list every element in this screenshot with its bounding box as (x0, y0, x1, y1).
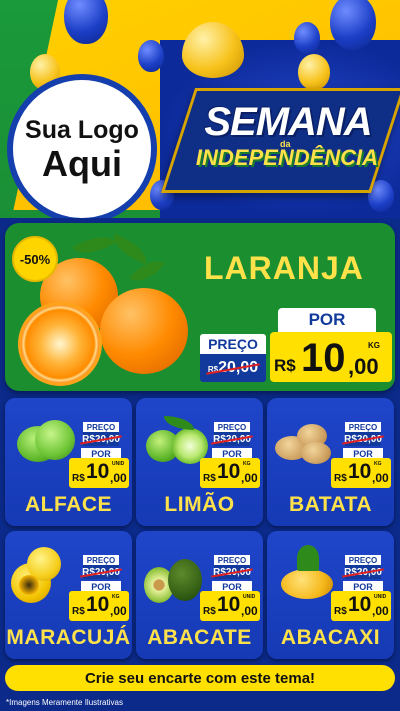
logo-placeholder[interactable]: Sua Logo Aqui (7, 74, 157, 218)
preco-label: PREÇO (345, 422, 381, 432)
balloon-icon (294, 22, 320, 54)
old-price-box: R$20,00 (211, 565, 253, 579)
discount-badge: -50% (12, 236, 58, 282)
preco-label: PREÇO (345, 555, 381, 565)
price-box: R$ 10,00 UNID (331, 591, 391, 621)
featured-preco-label: PREÇO (200, 334, 266, 354)
balloon-icon (330, 0, 376, 50)
old-price-box: R$20,00 (80, 565, 122, 579)
price-unit: KG (112, 594, 120, 600)
header-banner: Sua Logo Aqui SEMANA da INDEPENDÊNCIA (0, 0, 400, 218)
product-name: BATATA (288, 493, 373, 516)
price-currency: R$ (203, 606, 216, 617)
price-currency: R$ (72, 606, 85, 617)
featured-product-name: LARANJA (204, 250, 364, 286)
price-integer: 10 (348, 593, 372, 616)
product-image-icon (297, 545, 319, 571)
product-name: ABACAXI (280, 626, 381, 649)
create-flyer-button[interactable]: Crie seu encarte com este tema! (5, 665, 395, 691)
price-integer: 10 (86, 460, 110, 483)
old-price: R$20,00 (211, 567, 253, 578)
product-image-icon (301, 442, 331, 464)
price-currency: R$ (274, 356, 296, 375)
product-name: LIMÃO (164, 493, 235, 516)
disclaimer-text: *Imagens Meramente Ilustrativas (6, 698, 123, 707)
price-integer: 10 (301, 336, 346, 380)
old-price: R$20,00 (342, 567, 384, 578)
old-price-box: R$20,00 (342, 565, 384, 579)
orange-icon (100, 288, 188, 374)
price-decimal: ,00 (110, 471, 127, 485)
price-currency: R$ (334, 473, 347, 484)
price-integer: 10 (86, 593, 110, 616)
price-decimal: ,00 (372, 604, 389, 618)
preco-label: PREÇO (83, 555, 119, 565)
price-unit: KG (374, 461, 382, 467)
price-box: R$ 10,00 KG (69, 591, 129, 621)
price-currency: R$ (203, 473, 216, 484)
orange-slice-icon (18, 302, 102, 386)
old-price-box: R$20,00 (211, 432, 253, 446)
product-image-icon (168, 559, 202, 601)
price-unit: UNID (243, 594, 256, 600)
product-image-icon (35, 420, 75, 460)
price-integer: 10 (348, 460, 372, 483)
featured-old-price-box: R$20,00 (200, 354, 266, 382)
price-decimal: ,00 (110, 604, 127, 618)
preco-label: PREÇO (214, 422, 250, 432)
price-box: R$ 10,00 KG (331, 458, 391, 488)
price-box: R$ 10,00 KG (200, 458, 260, 488)
price-decimal: ,00 (348, 354, 379, 379)
price-unit: UNID (112, 461, 125, 467)
product-image-icon (281, 569, 333, 599)
price-decimal: ,00 (372, 471, 389, 485)
old-price: R$20,00 (342, 434, 384, 445)
price-unit: UNID (374, 594, 387, 600)
price-unit: KG (368, 341, 380, 350)
preco-label: PREÇO (83, 422, 119, 432)
price-integer: 10 (217, 460, 241, 483)
price-decimal: ,00 (241, 471, 258, 485)
featured-old-price: R$20,00 (206, 359, 260, 377)
logo-text-line1: Sua Logo (25, 115, 139, 144)
product-name: MARACUJÁ (6, 626, 131, 649)
old-price: R$20,00 (80, 434, 122, 445)
featured-por-label: POR (278, 308, 376, 332)
old-price: R$20,00 (211, 434, 253, 445)
page-subtitle: INDEPENDÊNCIA (195, 145, 379, 170)
price-box: R$ 10,00 UNID (69, 458, 129, 488)
preco-label: PREÇO (214, 555, 250, 565)
product-name: ABACATE (147, 626, 252, 649)
product-name: ALFACE (25, 493, 112, 516)
price-currency: R$ (72, 473, 85, 484)
price-decimal: ,00 (241, 604, 258, 618)
old-price-box: R$20,00 (80, 432, 122, 446)
gold-balloon-icon (298, 54, 330, 90)
featured-price-box: R$ 10 ,00 KG (270, 332, 392, 382)
balloon-icon (138, 40, 164, 72)
old-price-box: R$20,00 (342, 432, 384, 446)
logo-text-line2: Aqui (42, 142, 122, 184)
price-box: R$ 10,00 UNID (200, 591, 260, 621)
price-unit: KG (243, 461, 251, 467)
price-integer: 10 (217, 593, 241, 616)
product-image-icon (19, 575, 39, 595)
price-currency: R$ (334, 606, 347, 617)
old-price: R$20,00 (80, 567, 122, 578)
